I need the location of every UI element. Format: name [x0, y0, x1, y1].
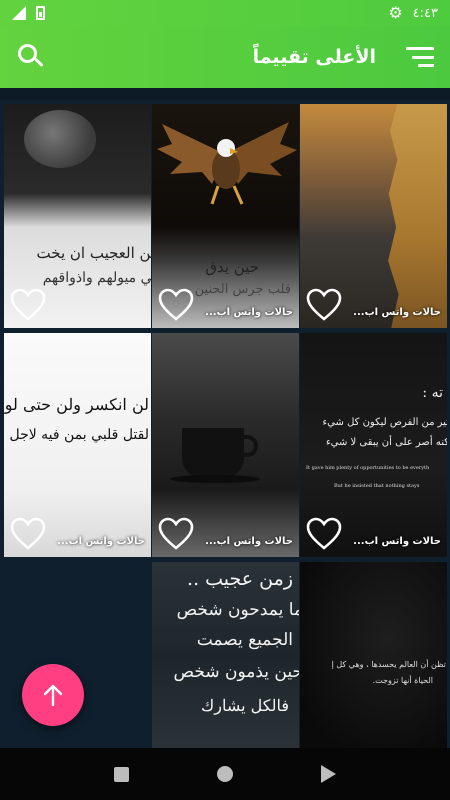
triangle-icon — [320, 765, 336, 783]
menu-icon — [406, 47, 434, 50]
card-label: حالات واتس اب... — [353, 307, 441, 318]
wallpaper-card[interactable]: من العجيب ان يخت في ميولهم واذواقهم — [4, 104, 151, 328]
heart-icon[interactable] — [306, 288, 342, 322]
wallpaper-card[interactable]: لن انكسر ولن حتى لو لقتل قلبي بمن فيه لا… — [4, 333, 151, 557]
wallpaper-card[interactable]: لا تظن أن العالم يحسدها ، وهي كل إ الحيا… — [300, 562, 447, 748]
square-icon — [114, 766, 130, 782]
menu-button[interactable] — [406, 47, 434, 67]
moon-image — [24, 110, 96, 168]
heart-icon[interactable] — [158, 517, 194, 551]
wallpaper-card[interactable]: زمن عجيب .. ما يمدحون شخص الجميع يصمت حي… — [152, 562, 299, 748]
card-label: حالات واتس اب... — [205, 536, 293, 547]
screen: ⚙ ٤:٤٣ الأعلى تقييماً من العجيب ان يخت ف… — [0, 0, 450, 800]
heart-icon[interactable] — [306, 517, 342, 551]
card-label: حالات واتس اب... — [353, 536, 441, 547]
status-icons-right: ⚙ ٤:٤٣ — [388, 5, 438, 21]
wallpaper-card[interactable]: حالات واتس اب... — [152, 333, 299, 557]
wallpaper-card[interactable]: حين يدق قلب جرس الحنين حالات واتس اب... — [152, 104, 299, 328]
heart-icon[interactable] — [158, 288, 194, 322]
status-icons-left — [12, 6, 45, 20]
heart-icon[interactable] — [10, 288, 46, 322]
wallpaper-grid: من العجيب ان يخت في ميولهم واذواقهم حين … — [0, 88, 450, 748]
eagle-image — [157, 122, 297, 205]
status-time: ٤:٤٣ — [412, 5, 438, 21]
wallpaper-card[interactable]: ته : ثير من الفرص ليكون كل شيء كنه أصر ع… — [300, 333, 447, 557]
coffee-cup-image — [182, 428, 244, 478]
arrow-up-icon — [43, 684, 63, 707]
status-bar: ⚙ ٤:٤٣ — [0, 0, 450, 26]
grid-top-strip — [0, 88, 450, 100]
gear-icon: ⚙ — [388, 3, 403, 22]
signal-icon — [12, 6, 26, 20]
system-nav-bar — [0, 748, 450, 800]
card-label: حالات واتس اب... — [205, 307, 293, 318]
battery-icon — [36, 6, 45, 20]
app-bar: الأعلى تقييماً — [0, 26, 450, 88]
scroll-to-top-button[interactable] — [22, 664, 84, 726]
card-label: حالات واتس اب... — [57, 536, 145, 547]
back-button[interactable] — [308, 754, 348, 794]
search-button[interactable] — [16, 42, 46, 72]
title-wrap: الأعلى تقييماً — [253, 46, 434, 68]
home-button[interactable] — [205, 754, 245, 794]
page-title: الأعلى تقييماً — [252, 46, 376, 68]
heart-icon[interactable] — [10, 517, 46, 551]
recents-button[interactable] — [102, 754, 142, 794]
wallpaper-card[interactable]: حالات واتس اب... — [300, 104, 447, 328]
circle-icon — [216, 766, 233, 782]
